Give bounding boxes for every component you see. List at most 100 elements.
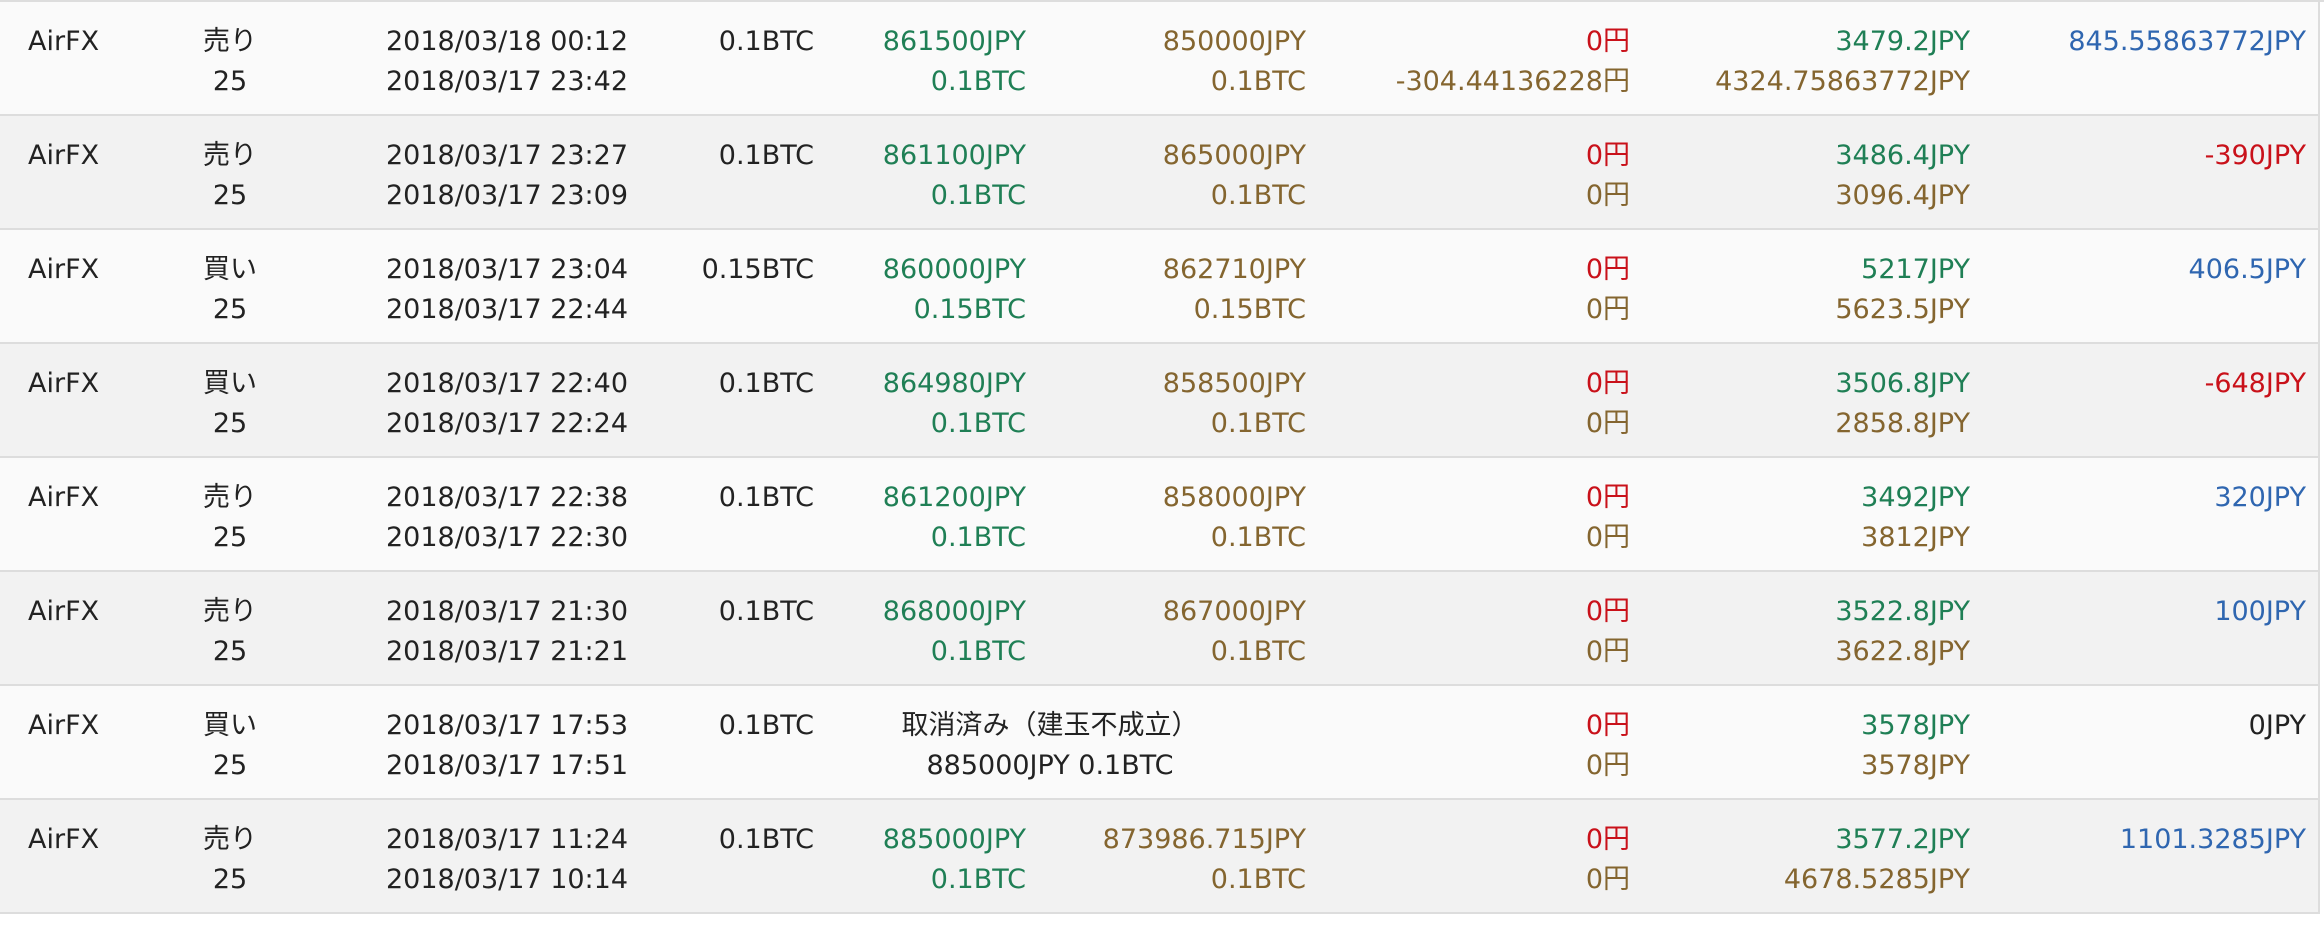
fee-primary: 0円 <box>1585 140 1630 171</box>
margin-primary: 3506.8JPY <box>1835 368 1970 399</box>
margin-primary: 3578JPY <box>1861 710 1970 741</box>
close-date: 2018/03/17 22:30 <box>386 522 629 553</box>
table-row[interactable]: AirFX 売り 25 2018/03/17 11:24 2018/03/17 … <box>0 800 2320 914</box>
fee-secondary: 0円 <box>1585 864 1630 895</box>
fee-primary: 0円 <box>1585 824 1630 855</box>
profit-loss: 320JPY <box>2214 482 2306 513</box>
trade-amount: 0.1BTC <box>718 596 814 627</box>
profit-loss: 0JPY <box>2248 710 2306 741</box>
close-date: 2018/03/17 22:44 <box>386 294 629 325</box>
table-row[interactable]: AirFX 売り 25 2018/03/17 22:38 2018/03/17 … <box>0 458 2320 572</box>
fee-secondary: 0円 <box>1585 636 1630 667</box>
margin-secondary: 3578JPY <box>1861 750 1970 781</box>
leverage: 25 <box>212 294 248 325</box>
open-amount: 0.15BTC <box>913 294 1026 325</box>
trade-amount: 0.1BTC <box>718 140 814 171</box>
table-row[interactable]: AirFX 売り 25 2018/03/17 23:27 2018/03/17 … <box>0 116 2320 230</box>
table-row[interactable]: AirFX 買い 25 2018/03/17 23:04 2018/03/17 … <box>0 230 2320 344</box>
trade-amount: 0.15BTC <box>701 254 814 285</box>
open-price: 860000JPY <box>882 254 1026 285</box>
close-amount: 0.1BTC <box>1210 66 1306 97</box>
profit-loss: 1101.3285JPY <box>2119 824 2306 855</box>
close-price: 873986.715JPY <box>1102 824 1306 855</box>
close-price: 858500JPY <box>1162 368 1306 399</box>
trade-side: 買い <box>203 368 257 399</box>
leverage: 25 <box>212 522 248 553</box>
trade-side: 買い <box>203 254 257 285</box>
margin-primary: 3492JPY <box>1861 482 1970 513</box>
close-date: 2018/03/17 10:14 <box>386 864 629 895</box>
profit-loss: -648JPY <box>2204 368 2306 399</box>
leverage: 25 <box>212 180 248 211</box>
leverage: 25 <box>212 864 248 895</box>
close-amount: 0.15BTC <box>1193 294 1306 325</box>
trade-side: 買い <box>203 710 257 741</box>
close-date: 2018/03/17 17:51 <box>386 750 629 781</box>
exchange-name: AirFX <box>28 482 100 513</box>
close-amount: 0.1BTC <box>1210 180 1306 211</box>
margin-secondary: 5623.5JPY <box>1835 294 1970 325</box>
exchange-name: AirFX <box>28 26 100 57</box>
trade-history-table: AirFX 売り 25 2018/03/18 00:12 2018/03/17 … <box>0 0 2324 930</box>
profit-loss: 100JPY <box>2214 596 2306 627</box>
margin-secondary: 4324.75863772JPY <box>1715 66 1970 97</box>
margin-primary: 3522.8JPY <box>1835 596 1970 627</box>
close-date: 2018/03/17 21:21 <box>386 636 629 667</box>
open-amount: 0.1BTC <box>930 522 1026 553</box>
margin-primary: 3486.4JPY <box>1835 140 1970 171</box>
canceled-status: 取消済み（建玉不成立） <box>901 710 1199 741</box>
leverage: 25 <box>212 750 248 781</box>
fee-secondary: 0円 <box>1585 408 1630 439</box>
close-price: 862710JPY <box>1162 254 1306 285</box>
open-amount: 0.1BTC <box>930 636 1026 667</box>
exchange-name: AirFX <box>28 824 100 855</box>
table-row[interactable]: AirFX 買い 25 2018/03/17 17:53 2018/03/17 … <box>0 686 2320 800</box>
margin-secondary: 3096.4JPY <box>1835 180 1970 211</box>
trade-amount: 0.1BTC <box>718 824 814 855</box>
table-row[interactable]: AirFX 売り 25 2018/03/18 00:12 2018/03/17 … <box>0 2 2320 116</box>
profit-loss: 845.55863772JPY <box>2068 26 2306 57</box>
trade-side: 売り <box>203 596 257 627</box>
open-price: 864980JPY <box>882 368 1026 399</box>
close-date: 2018/03/17 23:42 <box>386 66 629 97</box>
close-date: 2018/03/17 23:09 <box>386 180 629 211</box>
trade-side: 売り <box>203 140 257 171</box>
trade-amount: 0.1BTC <box>718 710 814 741</box>
open-amount: 0.1BTC <box>930 180 1026 211</box>
trade-amount: 0.1BTC <box>718 368 814 399</box>
table-row[interactable]: AirFX 買い 25 2018/03/17 22:40 2018/03/17 … <box>0 344 2320 458</box>
close-price: 867000JPY <box>1162 596 1306 627</box>
trade-amount: 0.1BTC <box>718 482 814 513</box>
trade-side: 売り <box>203 26 257 57</box>
exchange-name: AirFX <box>28 140 100 171</box>
profit-loss: -390JPY <box>2204 140 2306 171</box>
exchange-name: AirFX <box>28 368 100 399</box>
margin-secondary: 3812JPY <box>1861 522 1970 553</box>
margin-secondary: 3622.8JPY <box>1835 636 1970 667</box>
close-price: 850000JPY <box>1162 26 1306 57</box>
fee-primary: 0円 <box>1585 710 1630 741</box>
fee-primary: 0円 <box>1585 482 1630 513</box>
close-amount: 0.1BTC <box>1210 864 1306 895</box>
open-amount: 0.1BTC <box>930 408 1026 439</box>
margin-primary: 3479.2JPY <box>1835 26 1970 57</box>
exchange-name: AirFX <box>28 254 100 285</box>
table-row[interactable]: AirFX 売り 25 2018/03/17 21:30 2018/03/17 … <box>0 572 2320 686</box>
fee-secondary: -304.44136228円 <box>1395 66 1630 97</box>
fee-secondary: 0円 <box>1585 522 1630 553</box>
open-price: 868000JPY <box>882 596 1026 627</box>
exchange-name: AirFX <box>28 710 100 741</box>
open-price: 861200JPY <box>882 482 1026 513</box>
close-amount: 0.1BTC <box>1210 636 1306 667</box>
close-amount: 0.1BTC <box>1210 408 1306 439</box>
open-amount: 0.1BTC <box>930 864 1026 895</box>
close-date: 2018/03/17 22:24 <box>386 408 629 439</box>
trade-side: 売り <box>203 482 257 513</box>
close-price: 858000JPY <box>1162 482 1306 513</box>
fee-primary: 0円 <box>1585 368 1630 399</box>
trade-side: 売り <box>203 824 257 855</box>
leverage: 25 <box>212 66 248 97</box>
margin-secondary: 4678.5285JPY <box>1783 864 1970 895</box>
fee-primary: 0円 <box>1585 26 1630 57</box>
close-amount: 0.1BTC <box>1210 522 1306 553</box>
